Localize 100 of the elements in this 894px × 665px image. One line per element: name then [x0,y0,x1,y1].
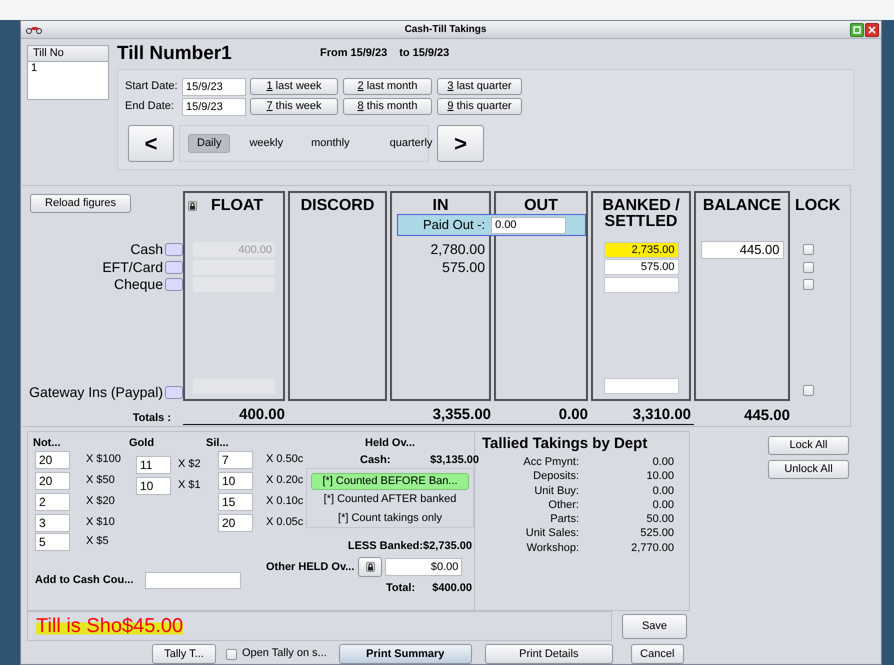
add-cash-field[interactable] [145,572,241,589]
row-label: Cheque [114,276,163,294]
denomination-label: X $2 [178,458,201,472]
amount-field[interactable]: 445.00 [700,240,784,259]
lock-checkbox[interactable] [803,244,814,256]
total-value: $400.00 [432,582,472,596]
range-button[interactable]: 3 last quarter [437,78,522,95]
print-summary-button[interactable]: Print Summary [338,644,472,664]
date-field[interactable]: 15/9/23 [182,78,246,96]
next-button[interactable]: > [437,125,484,162]
denomination-label: X $1 [178,478,201,492]
row-label: Cash [130,241,163,258]
lock-button[interactable] [358,557,382,578]
previous-button[interactable]: < [128,125,174,162]
row-button[interactable] [165,386,183,399]
count-field[interactable]: 20 [35,472,70,490]
amount-field[interactable]: 2,735.00 [604,242,678,258]
dept-title: Tallied Takings by Dept [482,435,648,453]
count-option[interactable]: [*] Counted AFTER banked [311,492,469,508]
range-button[interactable]: 1 last week [250,78,338,95]
other-held-label: Other HELD Ov... [266,560,354,574]
row-button[interactable] [165,260,183,274]
lock-all-button[interactable]: Lock All [768,436,849,455]
tally-button[interactable]: Tally T... [152,644,216,664]
period-tab[interactable]: weekly [240,134,292,154]
to-label: to [399,47,410,61]
period-tab[interactable]: monthly [302,134,359,154]
date-label: Start Date: [125,80,179,94]
count-option[interactable]: [*] Counted BEFORE Ban... [311,473,469,490]
row-button[interactable] [165,278,183,292]
column-header: FLOAT [211,198,264,214]
checkbox-label: Open Tally on s... [242,647,327,661]
from-date: 15/9/23 [350,47,388,61]
held-over-title: Held Ov... [364,437,416,449]
list-item[interactable]: 1 [28,62,108,76]
dept-value: 50.00 [645,512,674,526]
dept-label: Other: [547,498,579,512]
close-button[interactable] [865,22,879,36]
count-field[interactable]: 7 [218,450,253,468]
total-value: 0.00 [558,406,588,424]
total-value: 3,355.00 [432,406,491,424]
count-field[interactable]: 11 [136,456,171,474]
dept-value: 0.00 [652,498,674,512]
dept-value: 2,770.00 [630,540,674,556]
denomination-label: X $5 [86,534,109,548]
amount-field[interactable]: 575.00 [604,259,678,276]
cash-value: $3,135.00 [430,454,479,468]
denomination-label: X 0.50c [266,452,304,466]
denomination-label: X $50 [86,474,115,488]
column-header: LOCK [795,197,840,214]
lock-all-button[interactable]: Unlock All [768,460,849,479]
count-field[interactable]: 3 [35,514,70,532]
range-button[interactable]: 2 last month [343,78,432,95]
lock-checkbox[interactable] [803,279,814,290]
dept-label: Workshop: [526,540,579,556]
period-tab[interactable]: Daily [188,134,230,154]
print-details-button[interactable]: Print Details [484,644,613,664]
count-field[interactable]: 15 [218,492,253,510]
other-held-field[interactable]: $0.00 [385,558,462,576]
dept-label: Deposits: [532,469,579,484]
dept-label: Parts: [549,512,579,526]
count-field[interactable]: 10 [218,472,253,490]
dept-label: Unit Sales: [524,526,579,541]
count-field[interactable]: 10 [136,476,171,494]
lock-checkbox[interactable] [803,384,814,396]
row-button[interactable] [165,243,183,256]
lock-checkbox[interactable] [803,262,814,273]
count-field[interactable]: 20 [35,450,70,468]
reload-button[interactable]: Reload figures [30,194,131,213]
column-header: DISCORD [300,197,374,214]
amount-text: 575.00 [442,258,486,276]
denomination-label: X $20 [86,494,115,508]
paid-out-field[interactable]: 0.00 [491,216,566,234]
total-value: 445.00 [744,407,790,425]
group-header: Not... [33,437,62,449]
count-option[interactable]: [*] Count takings only [311,510,469,528]
restore-button[interactable] [850,22,864,36]
total-value: 400.00 [239,406,285,424]
from-label: From [320,47,348,61]
range-button[interactable]: 9 this quarter [437,98,522,115]
group-header: Gold [129,437,156,449]
count-field[interactable]: 2 [35,492,70,510]
dept-value: 0.00 [652,455,674,470]
range-button[interactable]: 7 this week [250,98,338,115]
column-header: IN [432,197,448,214]
count-field[interactable]: 20 [218,514,253,532]
row-label: Gateway Ins (Paypal) [29,384,163,401]
range-button[interactable]: 8 this month [343,98,432,115]
amount-field[interactable] [604,276,678,293]
column-header: Till No [28,46,108,62]
denomination-label: X $10 [86,516,115,530]
count-field[interactable]: 5 [35,532,70,550]
checkbox[interactable] [226,648,237,660]
cancel-button[interactable]: Cancel [630,644,684,664]
paid-out-label: Paid Out -: [423,217,486,233]
column-header: BANKED / SETTLED [602,197,680,230]
amount-field[interactable] [604,378,678,394]
total-value: 3,310.00 [632,406,691,424]
date-field[interactable]: 15/9/23 [182,98,246,116]
save-button[interactable]: Save [622,614,687,639]
